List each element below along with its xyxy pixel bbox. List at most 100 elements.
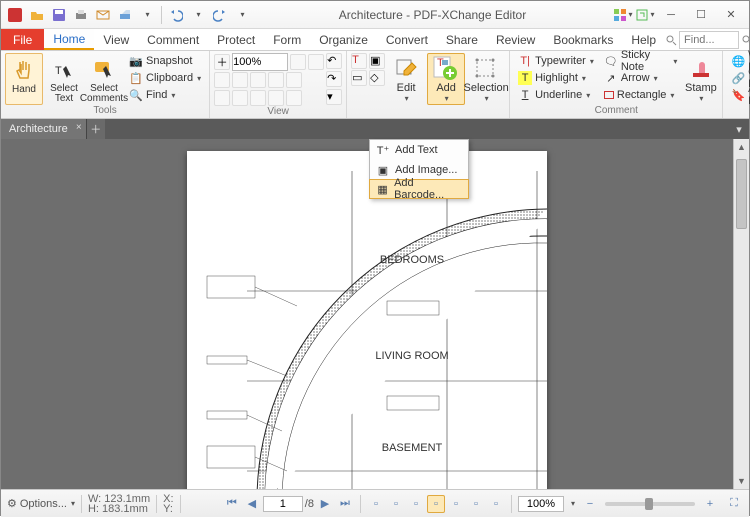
view-more-icon[interactable]: ▾ <box>326 89 342 105</box>
arrow-button[interactable]: ↗Arrow▾ <box>600 70 681 86</box>
edit-form-icon[interactable]: ▭ <box>351 70 367 86</box>
last-page-button[interactable]: ⏭ <box>336 495 354 513</box>
tab-comment[interactable]: Comment <box>138 29 208 50</box>
ui-options-icon[interactable]: ▾ <box>613 5 633 25</box>
edit-button[interactable]: Edit▾ <box>387 53 425 105</box>
select-comments-tool[interactable]: Select Comments <box>85 53 123 105</box>
document-tab[interactable]: Architecture × <box>1 119 87 139</box>
tab-form[interactable]: Form <box>264 29 310 50</box>
tab-protect[interactable]: Protect <box>208 29 264 50</box>
gear-icon: ⚙ <box>7 497 17 510</box>
tab-view[interactable]: View <box>94 29 138 50</box>
new-tab-button[interactable]: ＋ <box>87 119 105 139</box>
page-input[interactable] <box>263 496 303 512</box>
tab-organize[interactable]: Organize <box>310 29 377 50</box>
layout-5[interactable]: ▫ <box>447 495 465 513</box>
edit-shape-icon[interactable]: ◇ <box>369 70 385 86</box>
tab-share[interactable]: Share <box>437 29 487 50</box>
zoom-input[interactable] <box>518 496 564 512</box>
view-btn-10[interactable] <box>286 90 302 106</box>
minimize-button[interactable]: ─ <box>657 4 685 26</box>
fit-button[interactable]: ⛶ <box>725 495 743 513</box>
file-tab[interactable]: File <box>1 29 44 50</box>
scroll-down-icon[interactable]: ▼ <box>734 473 749 489</box>
typewriter-button[interactable]: T|Typewriter▾ <box>514 53 598 69</box>
tab-home[interactable]: Home <box>44 29 94 50</box>
selection-button[interactable]: Selection▾ <box>467 53 505 105</box>
open-button[interactable] <box>27 5 47 25</box>
undo-button[interactable] <box>166 5 186 25</box>
options-button[interactable]: Options... <box>20 498 67 510</box>
snapshot-button[interactable]: 📷Snapshot <box>125 53 205 69</box>
edit-text-icon[interactable]: T <box>351 53 367 69</box>
tab-overflow-button[interactable]: ▾ <box>729 119 749 139</box>
next-page-button[interactable]: ▶ <box>316 495 334 513</box>
web-links-button[interactable]: 🌐Web Links▾ <box>727 53 750 69</box>
layout-4[interactable]: ▫ <box>427 495 445 513</box>
undo-more[interactable]: ▾ <box>188 5 208 25</box>
find-input[interactable] <box>679 31 739 49</box>
maximize-button[interactable]: ☐ <box>687 4 715 26</box>
tab-review[interactable]: Review <box>487 29 544 50</box>
sticky-note-button[interactable]: 🗨Sticky Note▾ <box>600 53 681 69</box>
close-icon[interactable]: × <box>76 122 82 133</box>
vertical-scrollbar[interactable]: ▲ ▼ <box>733 139 749 489</box>
zoom-out-button[interactable]: − <box>581 495 599 513</box>
view-btn-5[interactable] <box>286 72 302 88</box>
clipboard-button[interactable]: 📋Clipboard▾ <box>125 70 205 86</box>
layout-3[interactable]: ▫ <box>407 495 425 513</box>
highlight-button[interactable]: THighlight▾ <box>514 70 598 86</box>
scroll-up-icon[interactable]: ▲ <box>734 139 749 155</box>
view-btn-8[interactable] <box>250 90 266 106</box>
status-bar: ⚙ Options...▾ W: 123.1mm H: 183.1mm X: Y… <box>1 489 749 517</box>
add-text-item[interactable]: T⁺Add Text <box>370 140 468 160</box>
canvas[interactable]: BEDROOMS LIVING ROOM BASEMENT <box>1 139 733 489</box>
view-btn-7[interactable] <box>232 90 248 106</box>
create-link-button[interactable]: 🔗Create Link <box>727 70 750 86</box>
view-btn-9[interactable] <box>268 90 284 106</box>
view-btn-6[interactable] <box>214 90 230 106</box>
zoom-in-icon[interactable]: ＋ <box>214 54 230 70</box>
add-bookmark-button[interactable]: 🔖Add Bookmark <box>727 87 750 103</box>
layout-6[interactable]: ▫ <box>467 495 485 513</box>
qat-more[interactable]: ▾ <box>137 5 157 25</box>
app-icon[interactable] <box>5 5 25 25</box>
scroll-thumb[interactable] <box>736 159 747 229</box>
prev-page-button[interactable]: ◀ <box>243 495 261 513</box>
zoom-fit-icon[interactable] <box>308 54 324 70</box>
redo-more[interactable]: ▾ <box>232 5 252 25</box>
view-btn-4[interactable] <box>268 72 284 88</box>
rectangle-button[interactable]: Rectangle▾ <box>600 87 681 103</box>
view-btn-2[interactable] <box>232 72 248 88</box>
layout-2[interactable]: ▫ <box>387 495 405 513</box>
zoom-select[interactable] <box>232 53 288 71</box>
stamp-button[interactable]: Stamp▾ <box>683 53 718 105</box>
find-button[interactable]: 🔍Find▾ <box>125 87 205 103</box>
edit-image-icon[interactable]: ▣ <box>369 53 385 69</box>
view-btn-3[interactable] <box>250 72 266 88</box>
zoom-slider[interactable] <box>605 502 695 506</box>
hand-tool[interactable]: Hand <box>5 53 43 105</box>
tab-convert[interactable]: Convert <box>377 29 437 50</box>
rotate-right-icon[interactable]: ↷ <box>326 71 342 87</box>
save-button[interactable] <box>49 5 69 25</box>
add-barcode-item[interactable]: ▦Add Barcode... <box>369 179 469 199</box>
select-text-tool[interactable]: T Select Text <box>45 53 83 105</box>
close-button[interactable]: ✕ <box>717 4 745 26</box>
tab-bookmarks[interactable]: Bookmarks <box>544 29 622 50</box>
layout-1[interactable]: ▫ <box>367 495 385 513</box>
zoom-actual-icon[interactable] <box>290 54 306 70</box>
redo-button[interactable] <box>210 5 230 25</box>
scan-button[interactable] <box>115 5 135 25</box>
rotate-left-icon[interactable]: ↶ <box>326 53 342 69</box>
add-button[interactable]: T Add▾ <box>427 53 465 105</box>
tab-help[interactable]: Help <box>622 29 665 50</box>
print-button[interactable] <box>71 5 91 25</box>
view-btn-1[interactable] <box>214 72 230 88</box>
first-page-button[interactable]: ⏮ <box>223 495 241 513</box>
layout-7[interactable]: ▫ <box>487 495 505 513</box>
underline-button[interactable]: TUnderline▾ <box>514 87 598 103</box>
launch-icon[interactable]: ▾ <box>635 5 655 25</box>
email-button[interactable] <box>93 5 113 25</box>
zoom-in-button[interactable]: + <box>701 495 719 513</box>
